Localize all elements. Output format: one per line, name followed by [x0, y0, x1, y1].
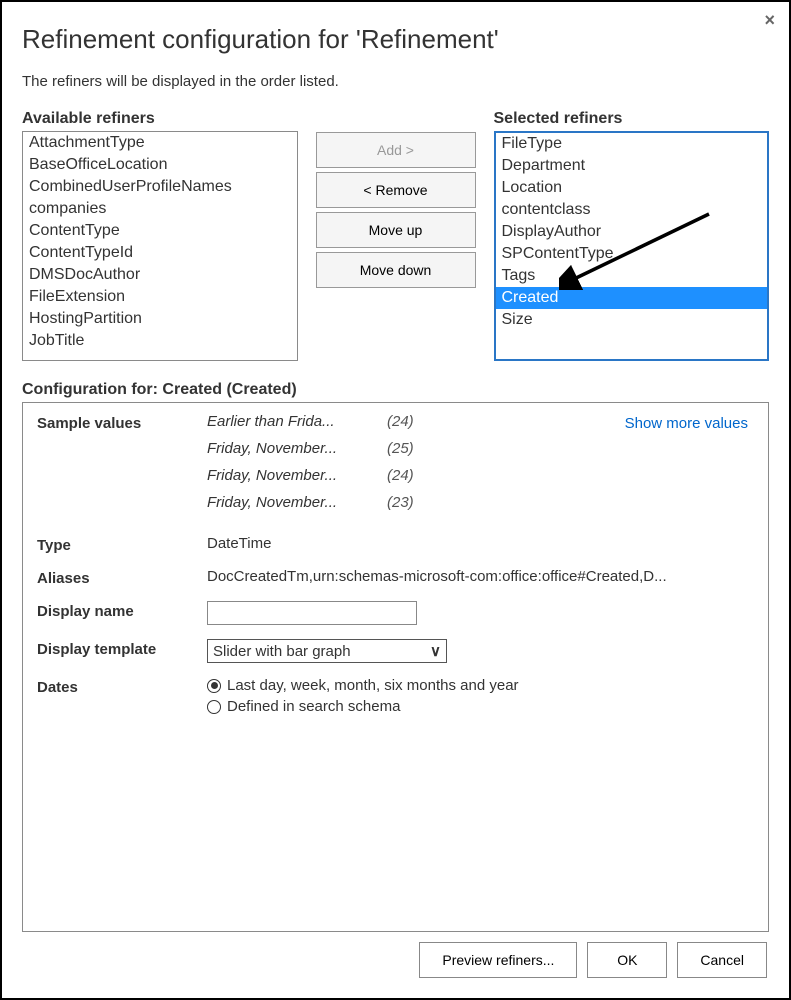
- add-button[interactable]: Add >: [316, 132, 476, 168]
- dates-option-1[interactable]: Last day, week, month, six months and ye…: [207, 677, 754, 694]
- refiner-columns: Available refiners AttachmentTypeBaseOff…: [22, 110, 769, 361]
- list-item[interactable]: CombinedUserProfileNames: [23, 176, 297, 198]
- list-item[interactable]: ContentTypeId: [23, 242, 297, 264]
- aliases-row: Aliases DocCreatedTm,urn:schemas-microso…: [37, 568, 754, 587]
- dates-label: Dates: [37, 677, 207, 696]
- dates-option-2-label: Defined in search schema: [227, 698, 400, 715]
- sample-count: (25): [387, 440, 414, 457]
- sample-count: (24): [387, 413, 414, 430]
- sample-count: (24): [387, 467, 414, 484]
- aliases-label: Aliases: [37, 568, 207, 587]
- list-item[interactable]: DMSDocAuthor: [23, 264, 297, 286]
- dates-option-2[interactable]: Defined in search schema: [207, 698, 754, 715]
- type-label: Type: [37, 535, 207, 554]
- close-icon[interactable]: ×: [764, 10, 775, 31]
- list-item[interactable]: FileExtension: [23, 286, 297, 308]
- radio-icon: [207, 679, 221, 693]
- selected-column: Selected refiners FileTypeDepartmentLoca…: [494, 110, 770, 361]
- display-template-dropdown[interactable]: Slider with bar graph ∨: [207, 639, 447, 663]
- config-header: Configuration for: Created (Created): [22, 381, 769, 399]
- refinement-dialog: × Refinement configuration for 'Refineme…: [0, 0, 791, 1000]
- config-panel: Show more values Sample values Earlier t…: [22, 402, 769, 932]
- list-item[interactable]: ContentType: [23, 220, 297, 242]
- available-listbox[interactable]: AttachmentTypeBaseOfficeLocationCombined…: [22, 131, 298, 361]
- type-value: DateTime: [207, 535, 754, 552]
- available-header: Available refiners: [22, 110, 298, 128]
- dialog-title: Refinement configuration for 'Refinement…: [22, 24, 769, 55]
- sample-text: Earlier than Frida...: [207, 413, 377, 430]
- list-item[interactable]: Location: [496, 177, 768, 199]
- list-item[interactable]: DisplayAuthor: [496, 221, 768, 243]
- sample-text: Friday, November...: [207, 494, 377, 511]
- transfer-buttons: Add > < Remove Move up Move down: [316, 110, 476, 361]
- list-item[interactable]: AttachmentType: [23, 132, 297, 154]
- list-item[interactable]: Created: [496, 287, 768, 309]
- list-item[interactable]: SPContentType: [496, 243, 768, 265]
- sample-text: Friday, November...: [207, 440, 377, 457]
- dates-row: Dates Last day, week, month, six months …: [37, 677, 754, 719]
- chevron-down-icon: ∨: [430, 642, 441, 660]
- list-item[interactable]: FileType: [496, 133, 768, 155]
- dialog-subtitle: The refiners will be displayed in the or…: [22, 73, 769, 90]
- display-name-label: Display name: [37, 601, 207, 620]
- show-more-link[interactable]: Show more values: [625, 415, 748, 432]
- list-item[interactable]: BaseOfficeLocation: [23, 154, 297, 176]
- list-item[interactable]: contentclass: [496, 199, 768, 221]
- sample-value-item: Friday, November... (23): [207, 494, 754, 511]
- radio-icon: [207, 700, 221, 714]
- aliases-value: DocCreatedTm,urn:schemas-microsoft-com:o…: [207, 568, 754, 585]
- sample-value-item: Friday, November... (25): [207, 440, 754, 457]
- sample-value-item: Friday, November... (24): [207, 467, 754, 484]
- sample-count: (23): [387, 494, 414, 511]
- display-name-input[interactable]: [207, 601, 417, 625]
- move-down-button[interactable]: Move down: [316, 252, 476, 288]
- list-item[interactable]: Department: [496, 155, 768, 177]
- list-item[interactable]: JobTitle: [23, 330, 297, 352]
- selected-header: Selected refiners: [494, 110, 770, 128]
- sample-values-label: Sample values: [37, 413, 207, 432]
- cancel-button[interactable]: Cancel: [677, 942, 767, 978]
- list-item[interactable]: Size: [496, 309, 768, 331]
- available-column: Available refiners AttachmentTypeBaseOff…: [22, 110, 298, 361]
- list-item[interactable]: HostingPartition: [23, 308, 297, 330]
- display-template-value: Slider with bar graph: [213, 643, 351, 660]
- list-item[interactable]: Tags: [496, 265, 768, 287]
- display-template-row: Display template Slider with bar graph ∨: [37, 639, 754, 663]
- display-template-label: Display template: [37, 639, 207, 658]
- selected-listbox[interactable]: FileTypeDepartmentLocationcontentclassDi…: [494, 131, 770, 361]
- ok-button[interactable]: OK: [587, 942, 667, 978]
- dates-option-1-label: Last day, week, month, six months and ye…: [227, 677, 519, 694]
- remove-button[interactable]: < Remove: [316, 172, 476, 208]
- display-name-row: Display name: [37, 601, 754, 625]
- move-up-button[interactable]: Move up: [316, 212, 476, 248]
- list-item[interactable]: companies: [23, 198, 297, 220]
- preview-refiners-button[interactable]: Preview refiners...: [419, 942, 577, 978]
- dialog-footer: Preview refiners... OK Cancel: [419, 942, 767, 978]
- sample-text: Friday, November...: [207, 467, 377, 484]
- type-row: Type DateTime: [37, 535, 754, 554]
